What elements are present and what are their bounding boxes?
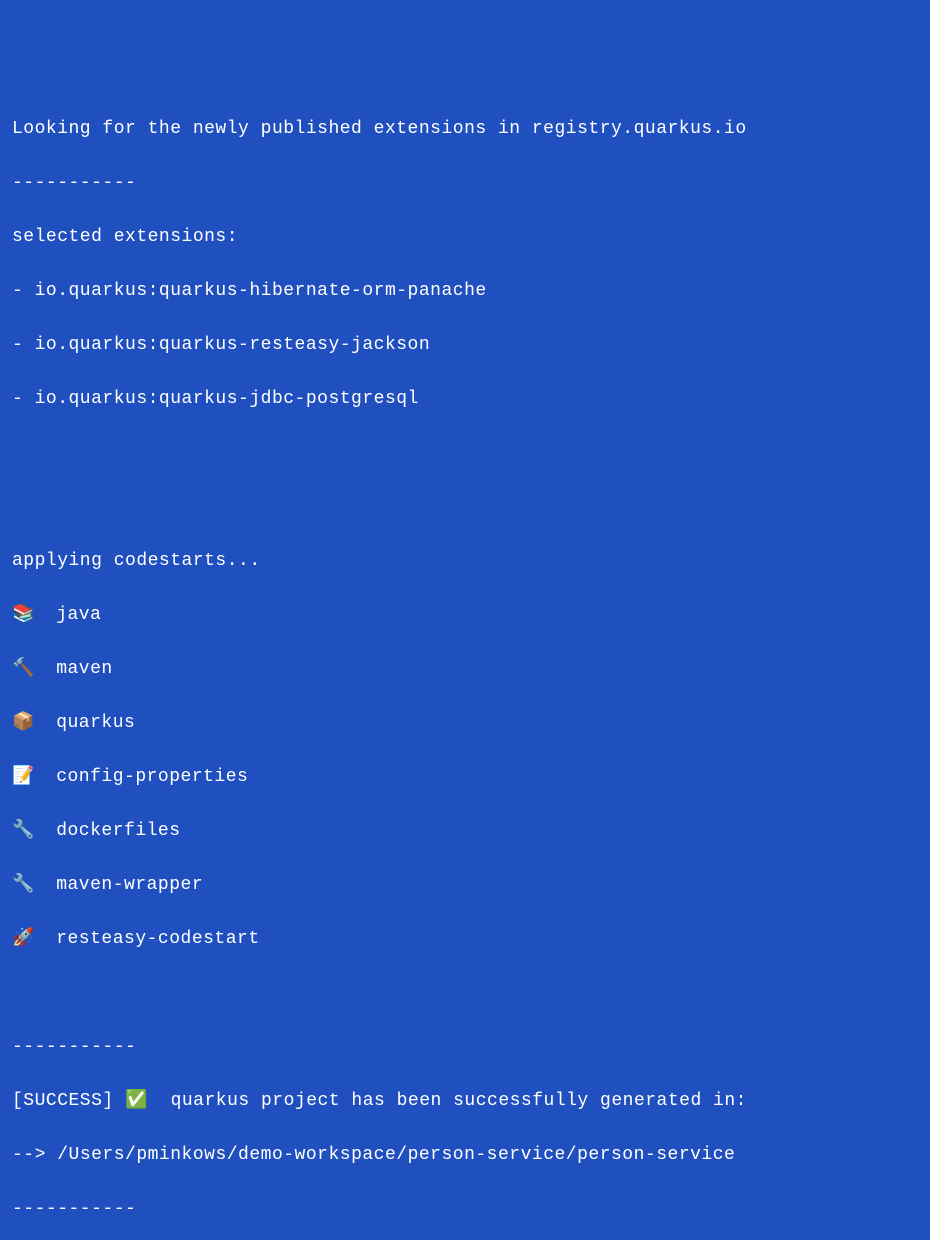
codestart-item: 🔧 maven-wrapper	[12, 872, 918, 899]
codestart-item: 📦 quarkus	[12, 710, 918, 737]
success-line: [SUCCESS] ✅ quarkus project has been suc…	[12, 1088, 918, 1115]
divider-line: -----------	[12, 170, 918, 197]
blank-line	[12, 494, 918, 521]
project-path: /Users/pminkows/demo-workspace/person-se…	[57, 1145, 735, 1165]
check-icon: ✅	[125, 1088, 148, 1115]
hammer-icon: 🔨	[12, 656, 34, 683]
path-arrow: -->	[12, 1145, 57, 1165]
codestart-name: dockerfiles	[56, 821, 180, 841]
rocket-icon: 🚀	[12, 926, 34, 953]
blank-line	[12, 440, 918, 467]
registry-lookup-line: Looking for the newly published extensio…	[12, 116, 918, 143]
wrench-icon: 🔧	[12, 872, 34, 899]
memo-icon: 📝	[12, 764, 34, 791]
selected-extensions-header: selected extensions:	[12, 224, 918, 251]
extension-item: - io.quarkus:quarkus-jdbc-postgresql	[12, 386, 918, 413]
extension-item: - io.quarkus:quarkus-hibernate-orm-panac…	[12, 278, 918, 305]
codestart-item: 🔨 maven	[12, 656, 918, 683]
divider-line: -----------	[12, 1034, 918, 1061]
blank-line	[12, 980, 918, 1007]
path-line: --> /Users/pminkows/demo-workspace/perso…	[12, 1142, 918, 1169]
extension-item: - io.quarkus:quarkus-resteasy-jackson	[12, 332, 918, 359]
codestart-item: 🚀 resteasy-codestart	[12, 926, 918, 953]
codestart-name: maven	[56, 659, 113, 679]
codestart-name: quarkus	[56, 713, 135, 733]
codestart-item: 📝 config-properties	[12, 764, 918, 791]
codestart-name: config-properties	[56, 767, 248, 787]
divider-line: -----------	[12, 1196, 918, 1223]
codestart-item: 📚 java	[12, 602, 918, 629]
codestart-name: resteasy-codestart	[56, 929, 259, 949]
wrench-icon: 🔧	[12, 818, 34, 845]
applying-codestarts-header: applying codestarts...	[12, 548, 918, 575]
success-message: quarkus project has been successfully ge…	[159, 1091, 747, 1111]
books-icon: 📚	[12, 602, 34, 629]
codestart-name: java	[56, 605, 101, 625]
codestart-name: maven-wrapper	[56, 875, 203, 895]
package-icon: 📦	[12, 710, 34, 737]
success-label: [SUCCESS]	[12, 1091, 114, 1111]
codestart-item: 🔧 dockerfiles	[12, 818, 918, 845]
